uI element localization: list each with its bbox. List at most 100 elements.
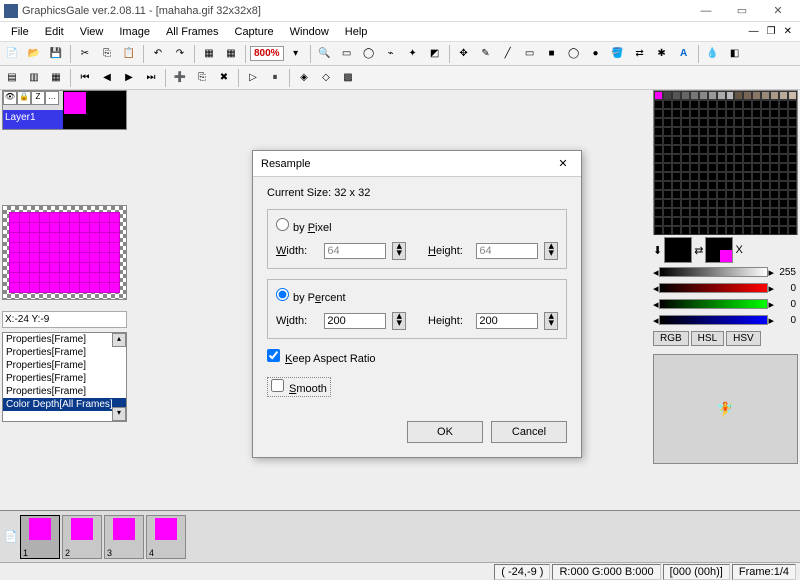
bg-swatch[interactable] (705, 237, 733, 263)
frame-thumb[interactable]: 1 (20, 515, 60, 559)
color-palette[interactable] (653, 90, 798, 235)
zoom-dropdown-icon[interactable]: ▾ (286, 44, 306, 64)
radio-by-pixel[interactable] (276, 218, 289, 231)
select-ellipse-icon[interactable]: ◯ (359, 44, 379, 64)
menu-capture[interactable]: Capture (228, 24, 281, 40)
spinner-icon[interactable]: ▴▾ (544, 242, 558, 260)
rect-icon[interactable]: ▭ (520, 44, 540, 64)
copy-icon[interactable]: ⎘ (97, 44, 117, 64)
layer-vis-icon[interactable]: 👁 (3, 91, 17, 105)
text-icon[interactable]: A (674, 44, 694, 64)
minimize-button[interactable]: — (688, 1, 724, 21)
cancel-button[interactable]: Cancel (491, 421, 567, 443)
frame-add-icon[interactable]: ➕ (170, 68, 190, 88)
frame-thumb[interactable]: 4 (146, 515, 186, 559)
zoom-level[interactable]: 800% (250, 46, 284, 61)
percent-height-input[interactable] (476, 313, 538, 329)
redo-icon[interactable]: ↷ (170, 44, 190, 64)
layer-thumbnail[interactable] (64, 92, 86, 114)
fillrect-icon[interactable]: ■ (542, 44, 562, 64)
mdi-minimize[interactable]: — (745, 24, 763, 39)
layer-add-icon[interactable]: ▤ (2, 68, 22, 88)
history-item[interactable]: Properties[Frame] (3, 359, 126, 372)
next-frame-icon[interactable]: ▶ (119, 68, 139, 88)
pencil-icon[interactable]: ✎ (476, 44, 496, 64)
history-item[interactable]: Properties[Frame] (3, 385, 126, 398)
menu-help[interactable]: Help (338, 24, 375, 40)
save-icon[interactable]: 💾 (46, 44, 66, 64)
frame-thumb[interactable]: 2 (62, 515, 102, 559)
onion-icon[interactable]: ◈ (294, 68, 314, 88)
tab-rgb[interactable]: RGB (653, 331, 689, 346)
line-icon[interactable]: ╱ (498, 44, 518, 64)
history-item[interactable]: Properties[Frame] (3, 346, 126, 359)
value-slider[interactable]: ◂▸ 255 (653, 265, 798, 279)
percent-width-input[interactable] (324, 313, 386, 329)
spinner-icon[interactable]: ▴▾ (392, 242, 406, 260)
layer-dup-icon[interactable]: ▥ (24, 68, 44, 88)
layer-lock-icon[interactable]: 🔒 (17, 91, 31, 105)
timeline-new-icon[interactable]: 📄 (2, 530, 20, 543)
maximize-button[interactable]: ▭ (724, 1, 760, 21)
colorsel-icon[interactable]: ◩ (425, 44, 445, 64)
trans-icon[interactable]: ◇ (316, 68, 336, 88)
menu-window[interactable]: Window (283, 24, 336, 40)
fg-swatch[interactable] (664, 237, 692, 263)
open-icon[interactable]: 📂 (24, 44, 44, 64)
b-slider[interactable]: ◂▸0 (653, 313, 798, 327)
history-item-selected[interactable]: Color Depth[All Frames] (3, 398, 126, 411)
select-rect-icon[interactable]: ▭ (337, 44, 357, 64)
history-item[interactable]: Properties[Frame] (3, 372, 126, 385)
ok-button[interactable]: OK (407, 421, 483, 443)
pause-icon[interactable]: ⏸ (265, 68, 285, 88)
menu-file[interactable]: File (4, 24, 36, 40)
prev-frame-icon[interactable]: ◀ (97, 68, 117, 88)
mdi-restore[interactable]: ❐ (763, 24, 780, 39)
g-slider[interactable]: ◂▸0 (653, 297, 798, 311)
menu-view[interactable]: View (73, 24, 111, 40)
frame-dup-icon[interactable]: ⎘ (192, 68, 212, 88)
color-icon[interactable]: ◧ (725, 44, 745, 64)
spinner-icon[interactable]: ▴▾ (392, 312, 406, 330)
fill-icon[interactable]: 🪣 (608, 44, 628, 64)
layer-z-icon[interactable]: Z (31, 91, 45, 105)
spinner-icon[interactable]: ▴▾ (544, 312, 558, 330)
history-item[interactable]: Properties[Frame] (3, 333, 126, 346)
fillellipse-icon[interactable]: ● (586, 44, 606, 64)
r-slider[interactable]: ◂▸0 (653, 281, 798, 295)
zoomtool-icon[interactable]: 🔍 (315, 44, 335, 64)
frame-thumb[interactable]: 3 (104, 515, 144, 559)
move-icon[interactable]: ✥ (454, 44, 474, 64)
smooth-checkbox[interactable] (271, 379, 284, 392)
scroll-down-icon[interactable]: ▾ (112, 407, 126, 421)
wand-icon[interactable]: ✦ (403, 44, 423, 64)
layer-del-icon[interactable]: ▦ (46, 68, 66, 88)
menu-edit[interactable]: Edit (38, 24, 71, 40)
mdi-close[interactable]: ✕ (780, 24, 796, 39)
spray-icon[interactable]: ✱ (652, 44, 672, 64)
grid-icon[interactable]: ▦ (199, 44, 219, 64)
cut-icon[interactable]: ✂ (75, 44, 95, 64)
tab-hsl[interactable]: HSL (691, 331, 724, 346)
radio-by-percent[interactable] (276, 288, 289, 301)
pixel-width-input[interactable] (324, 243, 386, 259)
scroll-up-icon[interactable]: ▴ (112, 333, 126, 347)
first-frame-icon[interactable]: ⏮ (75, 68, 95, 88)
keep-aspect-checkbox[interactable] (267, 349, 280, 362)
menu-image[interactable]: Image (112, 24, 157, 40)
swap-icon[interactable]: ⇄ (694, 244, 703, 257)
replace-icon[interactable]: ⇄ (630, 44, 650, 64)
close-button[interactable]: ✕ (760, 1, 796, 21)
frame-del-icon[interactable]: ✖ (214, 68, 234, 88)
bg-icon[interactable]: ▩ (338, 68, 358, 88)
pixel-height-input[interactable] (476, 243, 538, 259)
menu-allframes[interactable]: All Frames (159, 24, 226, 40)
layer-label[interactable]: Layer1 (3, 110, 63, 130)
lasso-icon[interactable]: ⌁ (381, 44, 401, 64)
grid2-icon[interactable]: ▦ (221, 44, 241, 64)
eyedrop-icon[interactable]: 💧 (703, 44, 723, 64)
tab-hsv[interactable]: HSV (726, 331, 761, 346)
undo-icon[interactable]: ↶ (148, 44, 168, 64)
play-icon[interactable]: ▷ (243, 68, 263, 88)
swatch-prev-icon[interactable]: ⬇ (653, 244, 662, 257)
